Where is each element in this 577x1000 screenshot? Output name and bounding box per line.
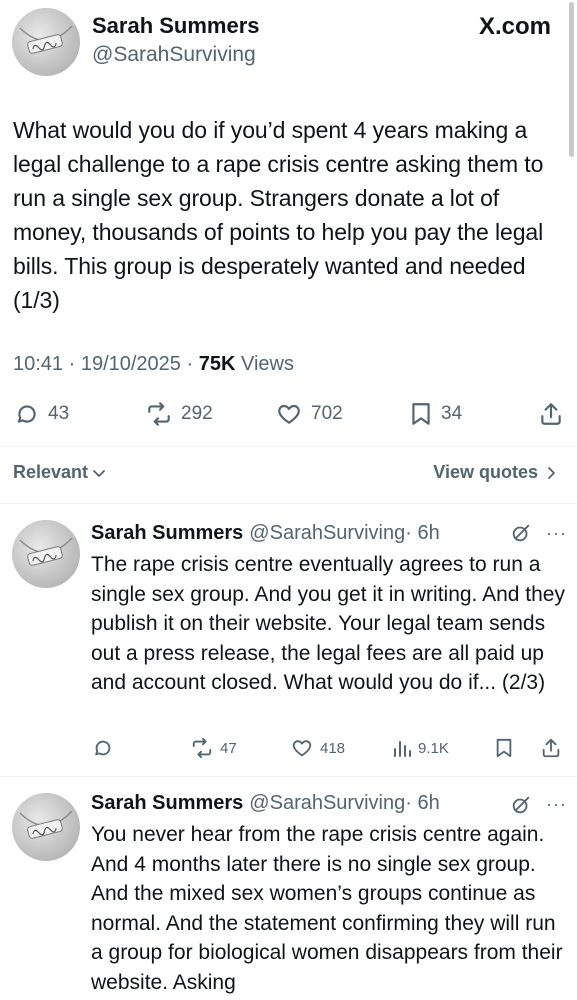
author-name[interactable]: Sarah Summers <box>92 13 260 39</box>
repost-button[interactable]: 292 <box>145 401 213 427</box>
post-meta: 10:41 · 19/10/2025 · 75K Views <box>13 353 294 376</box>
necklace-avatar-icon <box>19 537 73 566</box>
post-text: What would you do if you’d spent 4 years… <box>13 117 544 313</box>
reply-button[interactable] <box>92 737 114 759</box>
reply-author-name[interactable]: Sarah Summers <box>91 522 243 545</box>
avatar[interactable] <box>12 8 80 76</box>
bookmark-count: 34 <box>441 403 463 424</box>
grok-icon <box>512 524 530 542</box>
bookmark-button[interactable]: 34 <box>409 401 462 427</box>
share-button[interactable] <box>538 401 564 427</box>
heart-icon <box>278 404 300 424</box>
grok-button[interactable] <box>510 794 532 821</box>
chevron-down-icon <box>93 469 105 477</box>
more-options-button[interactable]: ··· <box>546 794 567 815</box>
like-count: 418 <box>320 739 346 757</box>
reply-icon <box>17 405 36 423</box>
reply-header: Sarah Summers @SarahSurviving · 6h <box>91 792 440 815</box>
bar-chart-icon <box>394 741 411 757</box>
reply-count: 43 <box>48 403 70 424</box>
reply-author-handle[interactable]: @SarahSurviving <box>249 792 405 815</box>
sort-label: Relevant <box>13 462 89 482</box>
x-com-logo: X.com <box>478 13 551 40</box>
views-label: Views <box>235 353 294 375</box>
like-count: 702 <box>311 403 343 424</box>
reply-icon <box>95 740 111 756</box>
share-icon <box>542 738 560 758</box>
necklace-avatar-icon <box>19 810 73 839</box>
divider <box>0 776 577 777</box>
grok-button[interactable] <box>510 522 532 549</box>
more-options-button[interactable]: ··· <box>546 523 567 544</box>
post-timestamp[interactable]: 10:41 · 19/10/2025 · <box>13 353 199 375</box>
views-count: 75K <box>198 353 236 375</box>
divider <box>0 503 577 504</box>
repost-count: 292 <box>181 403 213 424</box>
reply-text: You never hear from the rape crisis cent… <box>91 823 563 994</box>
views-button[interactable]: 9.1K <box>392 737 449 759</box>
reply-author-name[interactable]: Sarah Summers <box>91 792 243 815</box>
repost-button[interactable]: 47 <box>190 737 237 759</box>
reply-header: Sarah Summers @SarahSurviving · 6h <box>91 522 440 545</box>
necklace-avatar-icon <box>19 25 73 54</box>
bookmark-icon <box>496 738 512 758</box>
share-icon <box>541 403 561 425</box>
like-button[interactable]: 702 <box>275 401 343 427</box>
reply-text: The rape crisis centre eventually agrees… <box>91 553 565 694</box>
reply-timestamp[interactable]: · 6h <box>405 792 439 815</box>
chevron-right-icon <box>548 466 555 479</box>
reply-timestamp[interactable]: · 6h <box>405 522 439 545</box>
bookmark-icon <box>412 403 430 425</box>
heart-icon <box>292 740 312 757</box>
like-button[interactable]: 418 <box>290 737 345 759</box>
sort-dropdown[interactable]: Relevant <box>13 462 107 483</box>
repost-icon <box>192 737 212 759</box>
grok-icon <box>512 796 530 814</box>
view-quotes-link[interactable]: View quotes <box>433 462 559 483</box>
reply-author-handle[interactable]: @SarahSurviving <box>249 522 405 545</box>
views-count: 9.1K <box>418 739 449 757</box>
divider <box>0 446 577 447</box>
scrollbar[interactable] <box>569 2 574 157</box>
share-button[interactable] <box>540 737 562 759</box>
author-handle[interactable]: @SarahSurviving <box>92 43 256 67</box>
avatar[interactable] <box>12 793 80 861</box>
repost-icon <box>148 402 170 426</box>
reply-button[interactable]: 43 <box>14 401 69 427</box>
bookmark-button[interactable] <box>494 737 514 759</box>
view-quotes-label: View quotes <box>433 462 538 482</box>
repost-count: 47 <box>220 739 237 757</box>
avatar[interactable] <box>12 520 80 588</box>
